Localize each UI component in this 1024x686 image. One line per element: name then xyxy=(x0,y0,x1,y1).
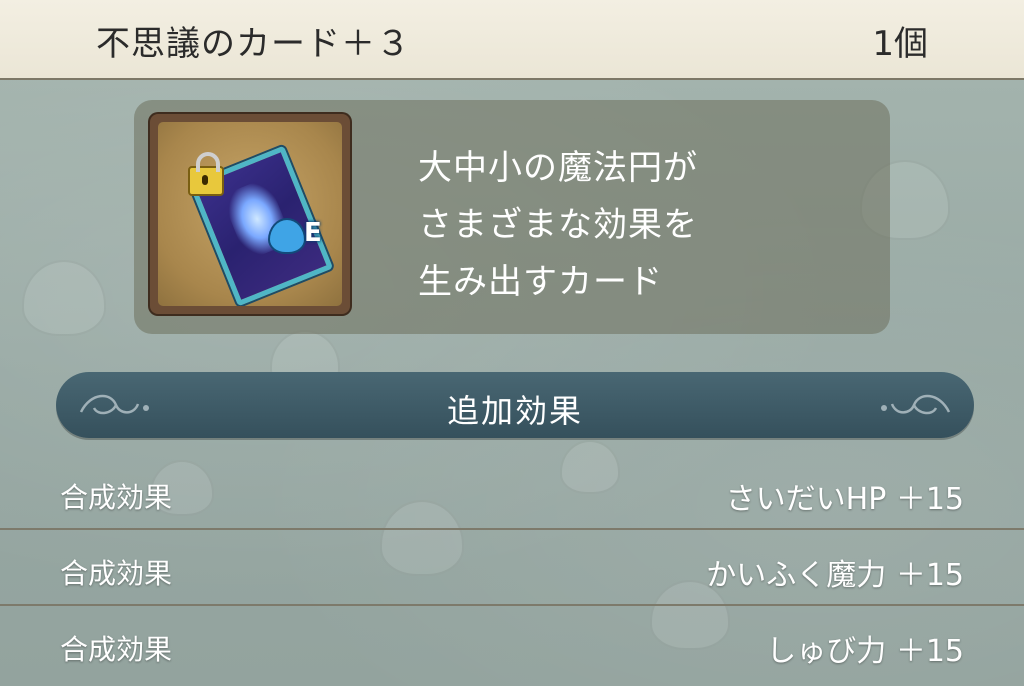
effect-row: 合成効果 さいだいHP ＋15 xyxy=(0,454,1024,530)
additional-effects-header: 追加効果 xyxy=(56,372,974,438)
effect-value: かいふく魔力 ＋15 xyxy=(706,558,964,593)
effect-label: 合成効果 xyxy=(60,481,173,514)
slime-drop-icon xyxy=(268,218,306,254)
rank-letter: E xyxy=(304,218,322,248)
lock-icon xyxy=(188,152,224,196)
description-line: さまざまな効果を xyxy=(418,205,698,245)
effect-label: 合成効果 xyxy=(60,557,173,590)
item-name: 不思議のカード＋３ xyxy=(96,24,411,64)
effect-value: さいだいHP ＋15 xyxy=(725,482,964,517)
item-icon-frame[interactable]: E xyxy=(150,114,350,314)
item-description: 大中小の魔法円が さまざまな効果を 生み出すカード xyxy=(418,140,698,311)
effects-list: 合成効果 さいだいHP ＋15 合成効果 かいふく魔力 ＋15 合成効果 しゅび… xyxy=(0,454,1024,682)
section-title: 追加効果 xyxy=(446,392,583,430)
magic-card-icon: E xyxy=(158,122,342,306)
slime-watermark xyxy=(22,260,106,336)
item-quantity: 1個 xyxy=(872,24,928,64)
effect-row: 合成効果 かいふく魔力 ＋15 xyxy=(0,530,1024,606)
effect-row: 合成効果 しゅび力 ＋15 xyxy=(0,606,1024,682)
description-line: 大中小の魔法円が xyxy=(418,148,698,188)
item-info-panel: E 大中小の魔法円が さまざまな効果を 生み出すカード xyxy=(134,100,890,334)
description-line: 生み出すカード xyxy=(418,262,663,302)
effect-value: しゅび力 ＋15 xyxy=(766,634,964,669)
effect-label: 合成効果 xyxy=(60,633,173,666)
item-header: 不思議のカード＋３ 1個 xyxy=(0,0,1024,80)
ornament-right-icon xyxy=(881,394,951,415)
